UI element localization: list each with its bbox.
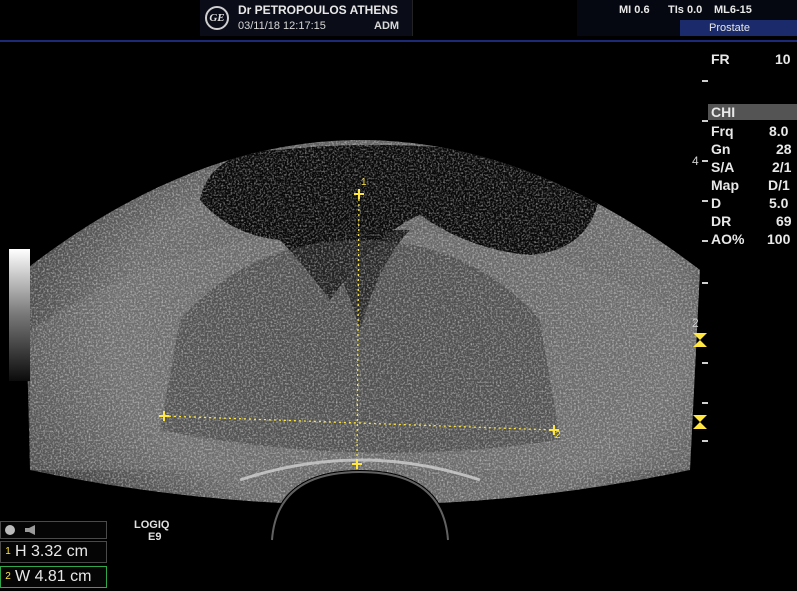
probe-name: ML6-15	[714, 4, 752, 16]
ge-logo-icon: GE	[205, 6, 229, 30]
measurement-width[interactable]: 2W 4.81 cm	[0, 566, 107, 588]
depth-tick	[702, 200, 708, 202]
exam-datetime: 03/11/18 12:17:15	[238, 20, 326, 32]
depth-tick	[702, 362, 708, 364]
param-label-dr: DR	[711, 213, 732, 229]
preset-label[interactable]: Prostate	[709, 22, 750, 34]
mode-label[interactable]: CHI	[711, 104, 735, 120]
frame-rate-label: FR	[711, 51, 730, 67]
speaker-icon[interactable]	[25, 525, 35, 535]
caliper-cross-bottom[interactable]	[352, 459, 362, 469]
param-label-gn: Gn	[711, 141, 731, 157]
depth-tick	[702, 282, 708, 284]
caliper-overlay	[159, 189, 559, 469]
param-label-frq: Frq	[711, 123, 734, 139]
operator-id: ADM	[374, 20, 400, 32]
param-value-map: D/1	[768, 177, 790, 193]
measurement-label: H	[15, 543, 27, 560]
param-label-sa: S/A	[711, 159, 735, 175]
depth-label-2: 2	[692, 316, 699, 330]
physician-name: Dr PETROPOULOS ATHENS	[238, 3, 399, 17]
param-label-map: Map	[711, 177, 739, 193]
measurement-value: 3.32 cm	[31, 543, 88, 560]
measurement-index: 2	[5, 571, 11, 582]
measurement-value: 4.81 cm	[34, 568, 92, 585]
device-model: E9	[148, 531, 162, 543]
mechanical-index: MI 0.6	[619, 4, 650, 16]
param-value-frq: 8.0	[769, 123, 789, 139]
grayscale-bar	[9, 249, 30, 381]
measurement-label: W	[15, 568, 31, 585]
width-caliper-line[interactable]	[163, 415, 555, 431]
param-value-gn: 28	[776, 141, 792, 157]
header-divider	[0, 40, 797, 42]
measurement-index: 1	[5, 546, 11, 557]
depth-tick	[702, 402, 708, 404]
depth-tick	[702, 240, 708, 242]
param-value-d: 5.0	[769, 195, 789, 211]
depth-tick	[702, 120, 708, 122]
param-label-d: D	[711, 195, 722, 211]
focal-zone-icon[interactable]	[692, 332, 708, 348]
depth-tick	[702, 160, 708, 162]
caliper-label-1: 1	[361, 177, 367, 188]
caliper-cross-top[interactable]	[354, 189, 364, 199]
param-value-sa: 2/1	[772, 159, 792, 175]
device-label: LOGIQ E9	[134, 519, 169, 543]
param-value-dr: 69	[776, 213, 792, 229]
param-value-ao: 100	[767, 231, 791, 247]
depth-tick	[702, 440, 708, 442]
measurement-height[interactable]: 1H 3.32 cm	[0, 541, 107, 563]
height-caliper-line[interactable]	[356, 193, 360, 465]
caliper-cross-left[interactable]	[159, 411, 169, 421]
depth-label-4: 4	[692, 154, 699, 168]
caliper-label-2: 2	[555, 430, 561, 441]
depth-tick	[702, 80, 708, 82]
frame-rate-value: 10	[775, 51, 791, 67]
thermal-index: TIs 0.0	[668, 4, 703, 16]
device-brand: LOGIQ	[134, 519, 170, 531]
param-label-ao: AO%	[711, 231, 745, 247]
record-icon[interactable]	[5, 525, 15, 535]
focal-zone-icon[interactable]	[692, 414, 708, 430]
measurement-header	[0, 521, 107, 539]
